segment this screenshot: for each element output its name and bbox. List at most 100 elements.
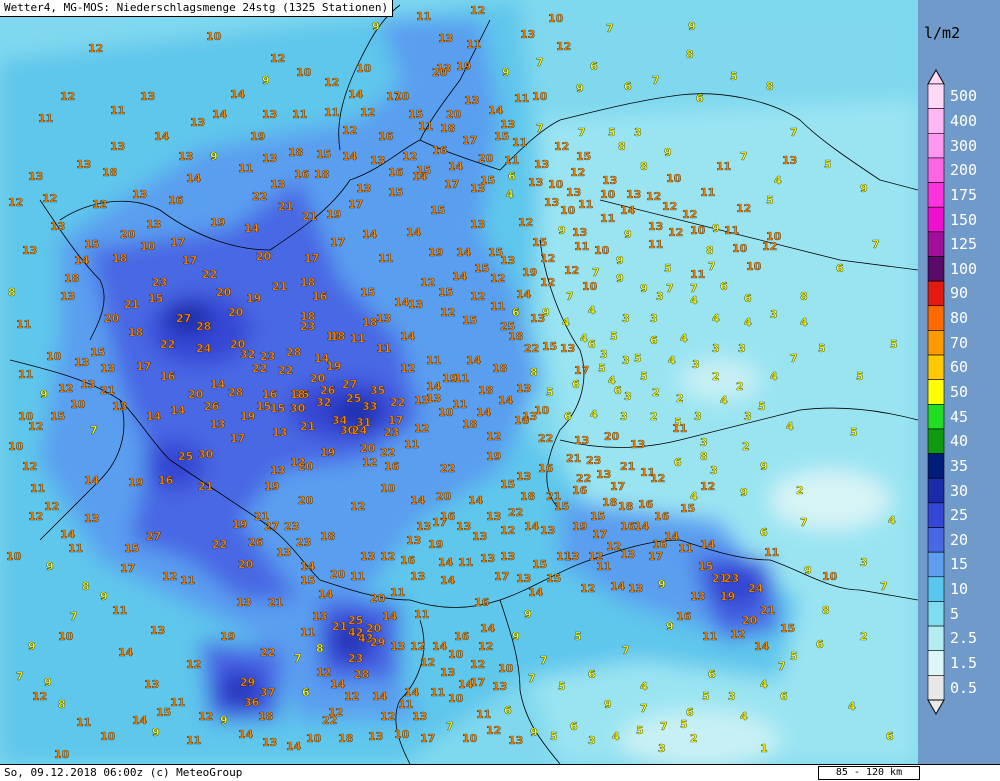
legend-label: 2.5	[950, 629, 978, 648]
station-value: 13	[356, 182, 371, 195]
station-value: 2	[676, 392, 684, 405]
station-value: 11	[476, 708, 491, 721]
station-value: 11	[716, 160, 731, 173]
station-value: 12	[564, 264, 579, 277]
station-value: 12	[478, 640, 493, 653]
station-value: 14	[406, 226, 422, 239]
station-value: 7	[652, 74, 660, 87]
station-value: 13	[508, 734, 523, 747]
station-value: 10	[70, 398, 86, 411]
legend-swatch	[927, 428, 945, 454]
station-value: 3	[692, 358, 700, 371]
station-value: 13	[416, 520, 431, 533]
station-value: 18	[618, 500, 633, 513]
station-value: 15	[300, 574, 315, 587]
station-value: 11	[180, 574, 195, 587]
station-value: 12	[362, 456, 377, 469]
station-value: 11	[672, 422, 687, 435]
station-value: 27	[342, 378, 357, 391]
station-value: 6	[512, 306, 520, 319]
station-value: 13	[544, 196, 559, 209]
station-value: 13	[472, 530, 487, 543]
station-value: 9	[512, 630, 520, 643]
legend-swatch	[927, 675, 945, 701]
station-value: 10	[560, 204, 576, 217]
station-value: 9	[624, 228, 632, 241]
station-value: 5	[680, 718, 688, 731]
station-value: 7	[800, 516, 808, 529]
station-value: 2	[652, 386, 660, 399]
station-value: 23	[586, 454, 601, 467]
legend-label: 200	[950, 161, 978, 180]
station-value: 10	[822, 570, 838, 583]
station-value: 12	[420, 656, 435, 669]
station-value: 20	[742, 614, 758, 627]
station-value: 9	[28, 640, 36, 653]
station-value: 26	[320, 384, 336, 397]
station-value: 12	[60, 90, 75, 103]
station-value: 9	[502, 66, 510, 79]
station-value: 20	[188, 388, 204, 401]
station-value: 6	[302, 686, 310, 699]
station-value: 13	[620, 548, 635, 561]
station-value: 7	[790, 126, 798, 139]
station-value: 21	[198, 480, 213, 493]
legend-swatch	[927, 601, 945, 627]
station-value: 19	[250, 130, 265, 143]
station-value: 4	[562, 316, 570, 329]
legend-label: 90	[950, 284, 969, 303]
legend-swatch	[927, 404, 945, 430]
station-value: 16	[620, 520, 636, 533]
station-value: 12	[402, 150, 417, 163]
station-value: 13	[412, 710, 427, 723]
station-value: 13	[492, 680, 507, 693]
station-value: 14	[118, 646, 134, 659]
station-value: 16	[454, 630, 470, 643]
station-value: 11	[350, 570, 365, 583]
station-value: 20	[216, 286, 232, 299]
station-value: 6	[744, 292, 752, 305]
station-value: 4	[720, 394, 728, 407]
station-value: 21	[100, 384, 115, 397]
station-value: 22	[322, 714, 337, 727]
station-value: 5	[790, 650, 798, 663]
station-value: 11	[110, 104, 125, 117]
station-value: 15	[546, 572, 561, 585]
station-value: 8	[316, 642, 324, 655]
station-value: 20	[228, 306, 244, 319]
station-value: 17	[420, 732, 435, 745]
station-value: 13	[560, 342, 575, 355]
station-value: 13	[566, 186, 581, 199]
legend-label: 10	[950, 580, 969, 599]
station-value: 10	[690, 224, 706, 237]
station-value: 14	[210, 378, 226, 391]
legend-swatch	[927, 502, 945, 528]
station-value: 12	[28, 420, 43, 433]
station-value: 21	[124, 298, 139, 311]
station-value: 13	[520, 28, 535, 41]
station-value: 13	[368, 730, 383, 743]
legend-swatch	[927, 650, 945, 676]
station-value: 13	[190, 116, 205, 129]
station-value: 5	[598, 362, 606, 375]
precipitation-map[interactable]: 12 10 11 13 14 11 11 12 13 18 22 23 21 15 13 20 22 17 11 9 1…	[0, 0, 918, 764]
station-value: 7	[592, 266, 600, 279]
station-value: 16	[474, 596, 490, 609]
station-value: 11	[324, 106, 339, 119]
station-value: 29	[240, 676, 255, 689]
station-value: 4	[786, 420, 794, 433]
station-value: 9	[40, 388, 48, 401]
station-value: 13	[456, 520, 471, 533]
station-value: 15	[462, 314, 477, 327]
station-value: 12	[646, 190, 661, 203]
station-value: 6	[650, 334, 658, 347]
station-value: 8	[640, 160, 648, 173]
station-value: 19	[326, 208, 341, 221]
station-value: 13	[270, 464, 285, 477]
station-value: 8	[8, 286, 16, 299]
station-value: 6	[816, 638, 824, 651]
station-value: 12	[410, 640, 425, 653]
station-value: 20	[230, 338, 246, 351]
station-value: 16	[676, 610, 692, 623]
station-value: 13	[144, 678, 159, 691]
